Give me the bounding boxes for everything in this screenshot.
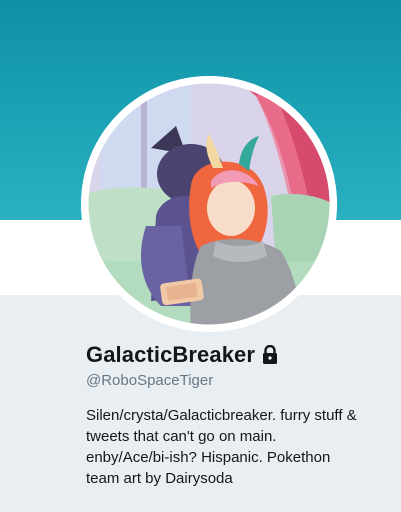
bio-line: Silen/crysta/Galacticbreaker. furry stuf… (86, 407, 357, 424)
bio-line: tweets that can't go on main. (86, 428, 277, 445)
bio-line: team art by Dairysoda (86, 470, 233, 487)
avatar-illustration (81, 76, 337, 332)
name-row: GalacticBreaker (86, 338, 279, 372)
lock-icon (261, 344, 279, 365)
bio: Silen/crysta/Galacticbreaker. furry stuf… (86, 405, 396, 489)
avatar[interactable] (81, 76, 337, 332)
bio-line: enby/Ace/bi-ish? Hispanic. Pokethon (86, 449, 331, 466)
handle[interactable]: @RoboSpaceTiger (86, 372, 213, 389)
display-name[interactable]: GalacticBreaker (86, 342, 255, 368)
